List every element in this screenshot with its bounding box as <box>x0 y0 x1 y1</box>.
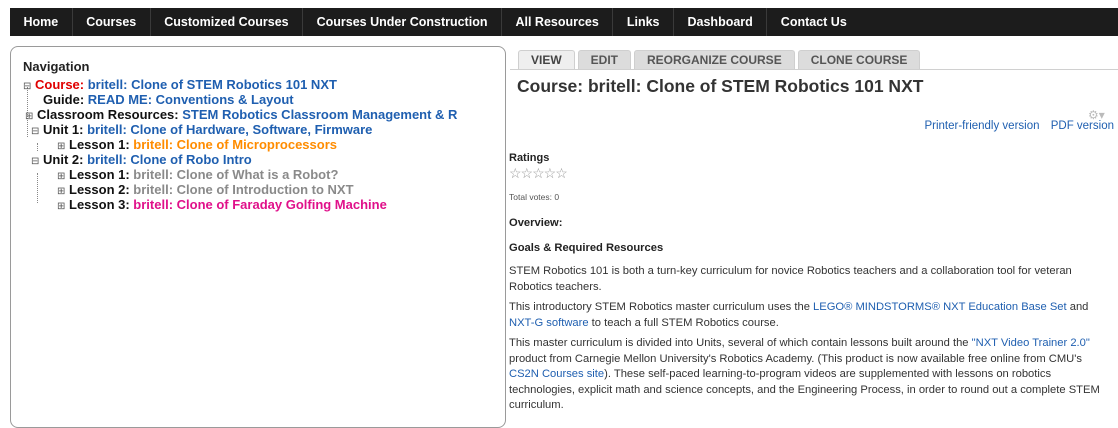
expand-icon[interactable]: ⊞ <box>57 199 67 214</box>
tree-node-prefix: Lesson 2: <box>69 182 134 197</box>
tree-node-link[interactable]: britell: Clone of Introduction to NXT <box>133 182 353 197</box>
tree-node-link[interactable]: britell: Clone of STEM Robotics 101 NXT <box>88 77 337 92</box>
goals-heading: Goals & Required Resources <box>509 241 664 254</box>
tree-node-prefix: Guide: <box>43 92 88 107</box>
cs2n-courses-link[interactable]: CS2N Courses site <box>509 368 604 380</box>
tab-clone-course[interactable]: CLONE COURSE <box>797 50 921 69</box>
paragraph-text: product from Carnegie Mellon University'… <box>509 352 1082 365</box>
tree-node-prefix: Classroom Resources: <box>37 107 183 122</box>
pdf-version-link[interactable]: PDF version <box>1051 120 1114 132</box>
tree-node-link[interactable]: britell: Clone of What is a Robot? <box>133 167 338 182</box>
paragraph-intro: STEM Robotics 101 is both a turn-key cur… <box>509 265 1072 293</box>
nav-courses-under-construction[interactable]: Courses Under Construction <box>303 8 501 36</box>
tree-connector <box>37 173 38 203</box>
nav-dashboard[interactable]: Dashboard <box>674 8 766 36</box>
paragraph-units: This master curriculum is divided into U… <box>509 336 1109 414</box>
nav-contact-us[interactable]: Contact Us <box>767 8 860 36</box>
tree-node-prefix: Course: <box>35 77 88 92</box>
course-body: Overview: Goals & Required Resources STE… <box>509 216 1109 419</box>
paragraph-text: This introductory STEM Robotics master c… <box>509 301 814 313</box>
print-links: Printer-friendly version PDF version <box>916 120 1114 132</box>
nxt-video-trainer-link[interactable]: "NXT Video Trainer 2.0" <box>972 337 1090 349</box>
paragraph-text: and <box>1066 301 1089 313</box>
navigation-panel: Navigation ⊟ Course: britell: Clone of ST… <box>10 46 506 428</box>
main-navigation-bar: Home Courses Customized Courses Courses … <box>10 8 1118 36</box>
nav-home[interactable]: Home <box>10 8 72 36</box>
overview-heading: Overview: <box>509 217 563 229</box>
collapse-icon[interactable]: ⊟ <box>31 124 41 139</box>
tab-underline <box>510 69 1118 70</box>
tree-node-link[interactable]: britell: Clone of Hardware, Software, Fi… <box>87 122 372 137</box>
printer-friendly-link[interactable]: Printer-friendly version <box>924 120 1039 132</box>
collapse-icon[interactable]: ⊟ <box>31 154 41 169</box>
tree-node-prefix: Lesson 3: <box>69 197 134 212</box>
tree-node-link[interactable]: READ ME: Conventions & Layout <box>88 92 294 107</box>
nav-links[interactable]: Links <box>613 8 673 36</box>
ratings-label: Ratings <box>509 152 550 164</box>
tab-edit[interactable]: EDIT <box>577 50 632 69</box>
tree-node-prefix: Lesson 1: <box>69 137 134 152</box>
paragraph-text: This master curriculum is divided into U… <box>509 337 972 349</box>
tree-node-link[interactable]: britell: Clone of Robo Intro <box>87 152 252 167</box>
nav-customized-courses[interactable]: Customized Courses <box>151 8 302 36</box>
tree-node-prefix: Unit 2: <box>43 152 88 167</box>
tree-node-link[interactable]: STEM Robotics Classroom Management & R <box>182 107 457 122</box>
tree-node-guide[interactable]: Guide: READ ME: Conventions & Layout <box>43 92 294 107</box>
tree-node-lesson[interactable]: ⊞ Lesson 3: britell: Clone of Faraday Gol… <box>57 197 387 214</box>
nav-all-resources[interactable]: All Resources <box>502 8 612 36</box>
star-rating-widget[interactable]: ☆☆☆☆☆ <box>509 165 568 182</box>
tab-view[interactable]: VIEW <box>518 50 575 69</box>
collapse-icon[interactable]: ⊟ <box>23 79 33 94</box>
content-tabs: VIEW EDIT REORGANIZE COURSE CLONE COURSE <box>518 50 923 69</box>
page-title: Course: britell: Clone of STEM Robotics … <box>517 76 924 96</box>
tree-node-prefix: Unit 1: <box>43 122 88 137</box>
paragraph-master-curriculum: This introductory STEM Robotics master c… <box>509 300 1109 331</box>
lego-nxt-link[interactable]: LEGO® MINDSTORMS® NXT Education Base Set <box>813 301 1067 313</box>
tree-node-link[interactable]: britell: Clone of Faraday Golfing Machin… <box>133 197 387 212</box>
course-tree: ⊟ Course: britell: Clone of STEM Robotics… <box>11 47 505 427</box>
tab-reorganize-course[interactable]: REORGANIZE COURSE <box>634 50 795 69</box>
paragraph-text: to teach a full STEM Robotics course. <box>588 316 779 329</box>
tree-node-prefix: Lesson 1: <box>69 167 134 182</box>
tree-connector <box>37 143 38 151</box>
nav-courses[interactable]: Courses <box>73 8 150 36</box>
tree-node-link[interactable]: britell: Clone of Microprocessors <box>133 137 337 152</box>
nxt-g-software-link[interactable]: NXT-G software <box>509 317 589 329</box>
total-votes: Total votes: 0 <box>509 192 560 202</box>
